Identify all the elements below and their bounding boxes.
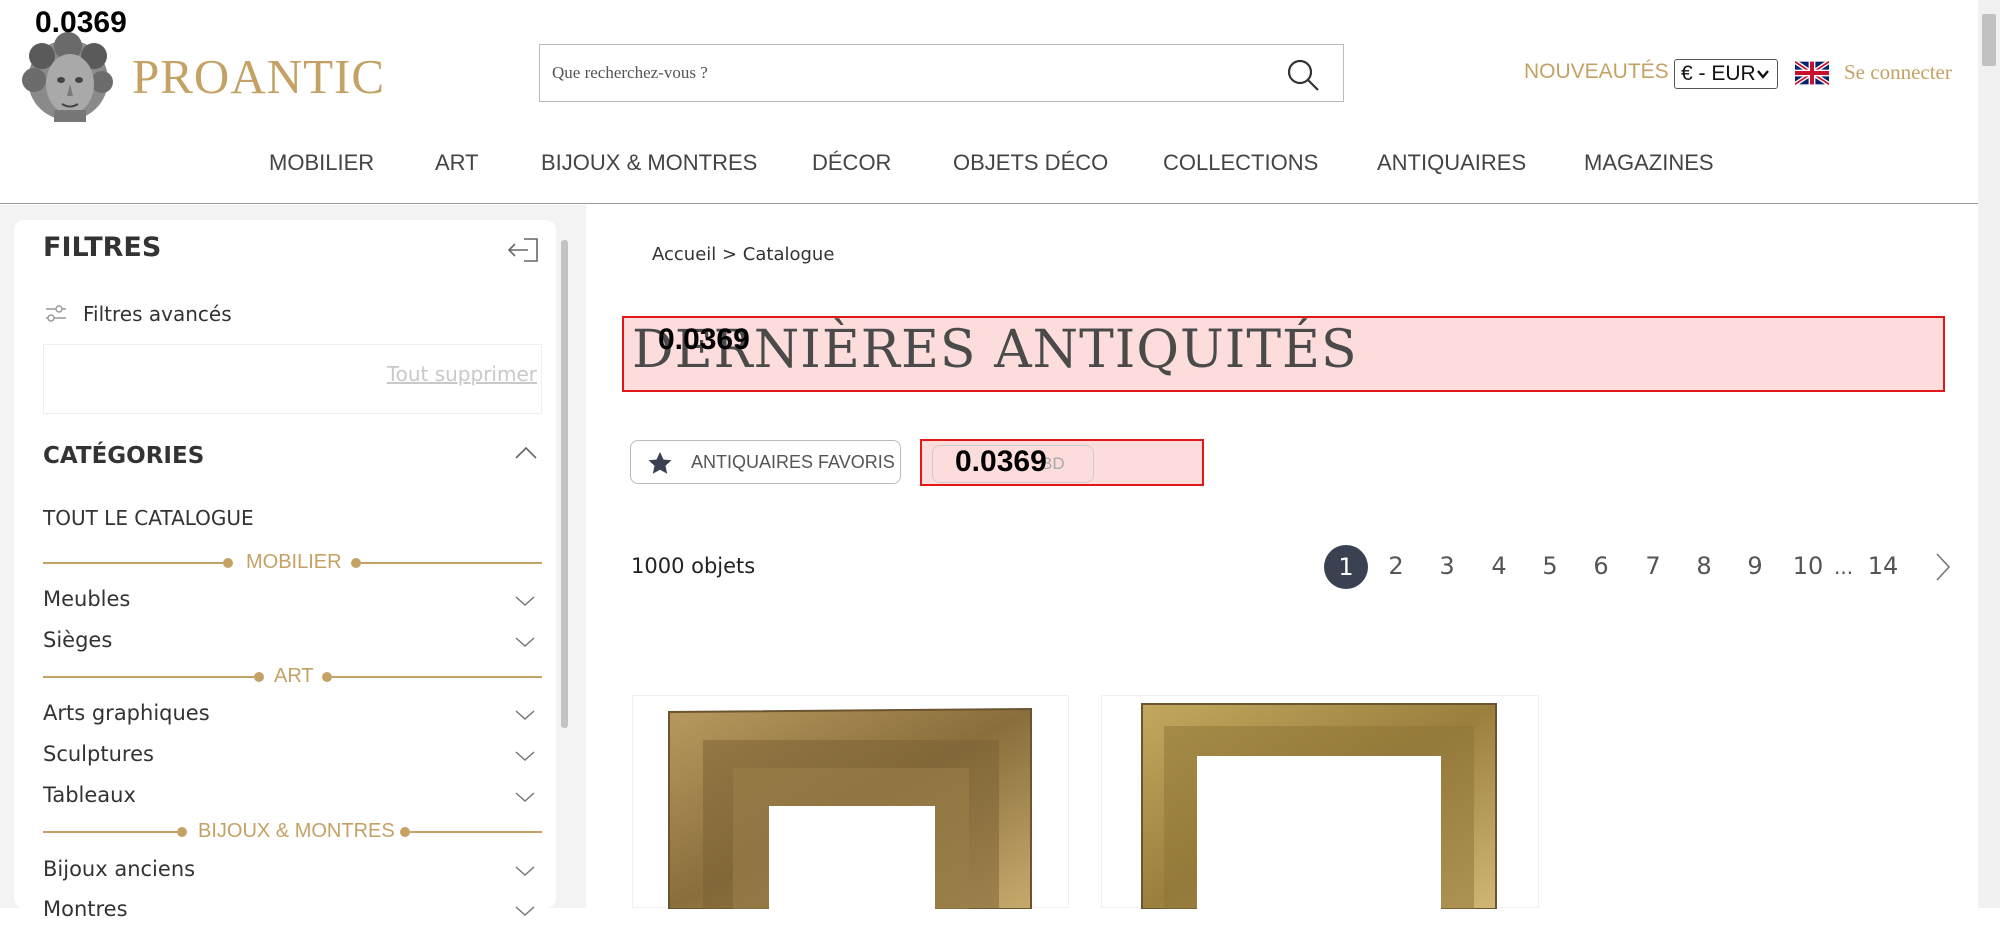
- collapse-panel-icon[interactable]: [506, 236, 540, 264]
- nav-item-antiquaires[interactable]: ANTIQUAIRES: [1377, 150, 1526, 176]
- chevron-right-icon[interactable]: [1934, 551, 1952, 583]
- chevron-down-icon[interactable]: [514, 791, 536, 803]
- uk-flag-icon[interactable]: [1795, 60, 1829, 86]
- category-item-sieges[interactable]: Sièges: [43, 628, 542, 656]
- page-link[interactable]: 7: [1633, 552, 1673, 580]
- category-item-label: Arts graphiques: [43, 701, 210, 725]
- login-link[interactable]: Se connecter: [1844, 60, 1952, 85]
- page-link[interactable]: 10: [1788, 552, 1828, 580]
- favorite-dealers-button[interactable]: ANTIQUAIRES FAVORIS: [630, 440, 901, 484]
- window-scrollbar-thumb[interactable]: [1982, 14, 1996, 66]
- page-link[interactable]: 4: [1479, 552, 1519, 580]
- star-icon: [648, 452, 672, 474]
- main-nav: MOBILIER ART BIJOUX & MONTRES DÉCOR OBJE…: [0, 150, 1978, 180]
- search-input[interactable]: [550, 57, 1270, 89]
- overlay-score: 0.0369: [658, 323, 750, 356]
- category-item-label: Bijoux anciens: [43, 857, 196, 881]
- search-bar: [539, 44, 1344, 102]
- chevron-down-icon[interactable]: [514, 750, 536, 762]
- category-item-sculptures[interactable]: Sculptures: [43, 742, 542, 770]
- logo-statue-head[interactable]: [18, 30, 118, 122]
- brand-name[interactable]: PROANTIC: [132, 48, 385, 105]
- nouveautes-link[interactable]: NOUVEAUTÉS: [1524, 60, 1669, 84]
- page-link[interactable]: 5: [1530, 552, 1570, 580]
- search-icon[interactable]: [1285, 57, 1321, 93]
- sliders-icon[interactable]: [44, 304, 68, 324]
- site-header: PROANTIC NOUVEAUTÉS € - EUR Se connecter…: [0, 0, 1978, 204]
- product-card[interactable]: [632, 695, 1070, 909]
- chevron-down-icon[interactable]: [514, 905, 536, 917]
- product-card[interactable]: [1101, 695, 1540, 909]
- nav-item-bijoux-montres[interactable]: BIJOUX & MONTRES: [541, 150, 757, 176]
- pagination: 1 2 3 4 5 6 7 8 9 10 ... 14: [1322, 543, 1962, 591]
- result-count: 1000 objets: [631, 554, 756, 578]
- overlay-score: 0.0369: [35, 6, 127, 39]
- clear-all-link[interactable]: Tout supprimer: [387, 362, 537, 386]
- nav-item-mobilier[interactable]: MOBILIER: [269, 150, 374, 176]
- page-ellipsis: ...: [1834, 555, 1854, 579]
- nav-item-decor[interactable]: DÉCOR: [812, 150, 891, 176]
- category-item-bijoux-anciens[interactable]: Bijoux anciens: [43, 857, 542, 885]
- favorite-dealers-label: ANTIQUAIRES FAVORIS: [691, 452, 895, 472]
- category-group-label: MOBILIER: [246, 551, 342, 573]
- category-item-label: Tableaux: [43, 783, 136, 807]
- category-group-label: ART: [274, 665, 314, 687]
- page-link[interactable]: 3: [1427, 552, 1467, 580]
- category-divider-mobilier: MOBILIER: [43, 551, 542, 574]
- page-current[interactable]: 1: [1324, 545, 1368, 589]
- chevron-up-icon[interactable]: [514, 446, 538, 460]
- chevron-down-icon[interactable]: [514, 709, 536, 721]
- category-item-label: Sculptures: [43, 742, 154, 766]
- nav-item-magazines[interactable]: MAGAZINES: [1584, 150, 1714, 176]
- nav-item-art[interactable]: ART: [435, 150, 479, 176]
- nav-item-objets-deco[interactable]: OBJETS DÉCO: [953, 150, 1108, 176]
- chevron-down-icon[interactable]: [514, 595, 536, 607]
- category-divider-bijoux-montres: BIJOUX & MONTRES: [43, 820, 542, 843]
- nav-item-collections[interactable]: COLLECTIONS: [1163, 150, 1318, 176]
- category-item-arts-graphiques[interactable]: Arts graphiques: [43, 701, 542, 729]
- category-item-montres[interactable]: Montres: [43, 897, 542, 925]
- category-divider-art: ART: [43, 665, 542, 688]
- page-link[interactable]: 8: [1684, 552, 1724, 580]
- page-link-last[interactable]: 14: [1863, 552, 1903, 580]
- chevron-down-icon[interactable]: [514, 636, 536, 648]
- window-scrollbar[interactable]: [1978, 0, 2000, 908]
- active-filters-box: Tout supprimer: [43, 344, 542, 414]
- all-catalog-link[interactable]: TOUT LE CATALOGUE: [43, 506, 254, 530]
- category-item-label: Meubles: [43, 587, 131, 611]
- category-item-meubles[interactable]: Meubles: [43, 587, 542, 615]
- category-group-label: BIJOUX & MONTRES: [198, 820, 395, 842]
- sidebar-scrollbar-thumb[interactable]: [561, 240, 568, 728]
- page-link[interactable]: 2: [1376, 552, 1416, 580]
- breadcrumb[interactable]: Accueil > Catalogue: [652, 244, 834, 265]
- currency-select[interactable]: € - EUR: [1674, 59, 1778, 89]
- overlay-score: 0.0369: [955, 445, 1047, 478]
- filters-title: FILTRES: [43, 232, 162, 263]
- category-item-label: Montres: [43, 897, 128, 921]
- category-item-label: Sièges: [43, 628, 113, 652]
- category-item-tableaux[interactable]: Tableaux: [43, 783, 542, 811]
- product-image-carved-frame[interactable]: [633, 696, 1070, 909]
- sidebar-scrollbar[interactable]: [559, 230, 569, 908]
- chevron-down-icon: [1757, 70, 1769, 79]
- product-image-gilded-frame[interactable]: [1102, 696, 1540, 909]
- advanced-filters-link[interactable]: Filtres avancés: [83, 302, 232, 326]
- page-link[interactable]: 6: [1581, 552, 1621, 580]
- chevron-down-icon[interactable]: [514, 865, 536, 877]
- currency-value: € - EUR: [1681, 62, 1756, 85]
- categories-title[interactable]: CATÉGORIES: [43, 443, 204, 469]
- page-link[interactable]: 9: [1735, 552, 1775, 580]
